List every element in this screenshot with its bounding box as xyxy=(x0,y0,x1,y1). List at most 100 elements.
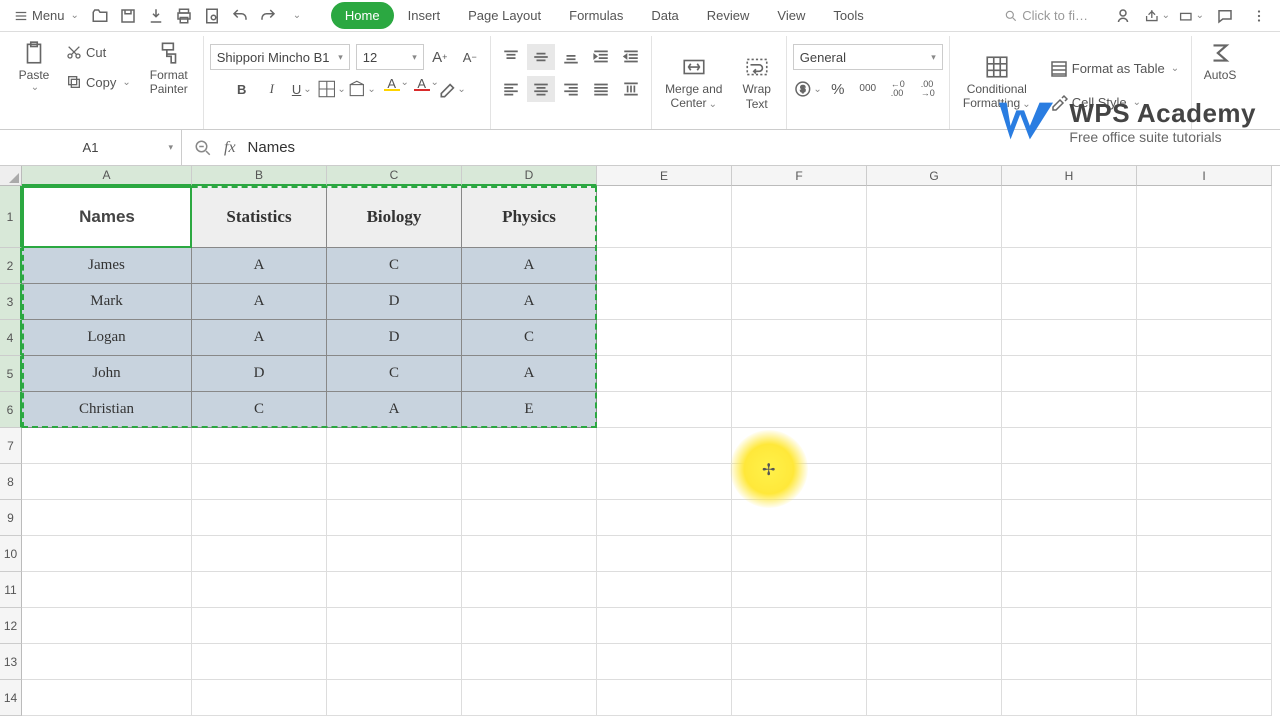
search-box[interactable]: Click to fi… xyxy=(996,4,1096,27)
cell-A4[interactable]: Logan xyxy=(22,320,192,356)
cell-E6[interactable] xyxy=(597,392,732,428)
cell-H5[interactable] xyxy=(1002,356,1137,392)
cell-A5[interactable]: John xyxy=(22,356,192,392)
font-name-select[interactable]: Shippori Mincho B1▾ xyxy=(210,44,350,70)
cell-B8[interactable] xyxy=(192,464,327,500)
cell-E5[interactable] xyxy=(597,356,732,392)
cell-H8[interactable] xyxy=(1002,464,1137,500)
cell-C7[interactable] xyxy=(327,428,462,464)
print-preview-icon[interactable] xyxy=(199,3,225,29)
cell-G13[interactable] xyxy=(867,644,1002,680)
cell-G2[interactable] xyxy=(867,248,1002,284)
cell-A8[interactable] xyxy=(22,464,192,500)
cell-D4[interactable]: C xyxy=(462,320,597,356)
underline-button[interactable]: U⌄ xyxy=(288,76,316,102)
cell-H11[interactable] xyxy=(1002,572,1137,608)
cell-B7[interactable] xyxy=(192,428,327,464)
redo-icon[interactable] xyxy=(255,3,281,29)
cell-I2[interactable] xyxy=(1137,248,1272,284)
cell-E7[interactable] xyxy=(597,428,732,464)
cell-G14[interactable] xyxy=(867,680,1002,716)
tab-review[interactable]: Review xyxy=(693,2,764,29)
cell-F6[interactable] xyxy=(732,392,867,428)
cell-B11[interactable] xyxy=(192,572,327,608)
decrease-decimal-icon[interactable]: ←0.00 xyxy=(884,76,912,102)
format-painter-button[interactable]: Format Painter xyxy=(141,36,197,101)
cell-F4[interactable] xyxy=(732,320,867,356)
cell-H13[interactable] xyxy=(1002,644,1137,680)
cell-D8[interactable] xyxy=(462,464,597,500)
cell-C4[interactable]: D xyxy=(327,320,462,356)
justify-icon[interactable] xyxy=(587,76,615,102)
italic-button[interactable]: I xyxy=(258,76,286,102)
cell-C13[interactable] xyxy=(327,644,462,680)
cell-F13[interactable] xyxy=(732,644,867,680)
cell-F10[interactable] xyxy=(732,536,867,572)
cell-F11[interactable] xyxy=(732,572,867,608)
format-as-table-button[interactable]: Format as Table⌄ xyxy=(1044,56,1185,82)
cell-C8[interactable] xyxy=(327,464,462,500)
cell-A2[interactable]: James xyxy=(22,248,192,284)
row-header-2[interactable]: 2 xyxy=(0,248,22,284)
column-header-F[interactable]: F xyxy=(732,166,867,186)
row-header-12[interactable]: 12 xyxy=(0,608,22,644)
cell-I10[interactable] xyxy=(1137,536,1272,572)
cell-D11[interactable] xyxy=(462,572,597,608)
collapse-icon[interactable]: ⌄ xyxy=(1178,3,1204,29)
increase-decimal-icon[interactable]: .00→0 xyxy=(914,76,942,102)
increase-font-icon[interactable]: A+ xyxy=(426,44,454,70)
tab-insert[interactable]: Insert xyxy=(394,2,455,29)
cell-A7[interactable] xyxy=(22,428,192,464)
cell-D7[interactable] xyxy=(462,428,597,464)
cell-E12[interactable] xyxy=(597,608,732,644)
quick-access-dropdown-icon[interactable]: ⌄ xyxy=(283,3,309,29)
cell-A3[interactable]: Mark xyxy=(22,284,192,320)
cell-C9[interactable] xyxy=(327,500,462,536)
cell-G4[interactable] xyxy=(867,320,1002,356)
cell-D12[interactable] xyxy=(462,608,597,644)
cell-A12[interactable] xyxy=(22,608,192,644)
row-header-14[interactable]: 14 xyxy=(0,680,22,716)
percent-icon[interactable]: % xyxy=(824,76,852,102)
cell-F8[interactable] xyxy=(732,464,867,500)
cell-B3[interactable]: A xyxy=(192,284,327,320)
cell-I6[interactable] xyxy=(1137,392,1272,428)
tab-page-layout[interactable]: Page Layout xyxy=(454,2,555,29)
row-header-3[interactable]: 3 xyxy=(0,284,22,320)
cell-C6[interactable]: A xyxy=(327,392,462,428)
cell-E10[interactable] xyxy=(597,536,732,572)
cell-F14[interactable] xyxy=(732,680,867,716)
cell-D14[interactable] xyxy=(462,680,597,716)
cell-D13[interactable] xyxy=(462,644,597,680)
cell-C12[interactable] xyxy=(327,608,462,644)
cell-H7[interactable] xyxy=(1002,428,1137,464)
decrease-indent-icon[interactable] xyxy=(587,44,615,70)
column-header-H[interactable]: H xyxy=(1002,166,1137,186)
cell-G3[interactable] xyxy=(867,284,1002,320)
column-header-G[interactable]: G xyxy=(867,166,1002,186)
cell-I1[interactable] xyxy=(1137,186,1272,248)
merge-center-button[interactable]: Merge and Center⌄ xyxy=(658,50,730,115)
orientation-icon[interactable] xyxy=(617,76,645,102)
cell-G5[interactable] xyxy=(867,356,1002,392)
cell-D9[interactable] xyxy=(462,500,597,536)
autosum-button[interactable]: AutoS xyxy=(1198,36,1242,86)
comment-icon[interactable] xyxy=(1212,3,1238,29)
name-box[interactable]: A1 ▾ xyxy=(0,130,182,165)
cell-G10[interactable] xyxy=(867,536,1002,572)
cell-I13[interactable] xyxy=(1137,644,1272,680)
menu-button[interactable]: Menu ⌄ xyxy=(8,4,85,27)
cell-G1[interactable] xyxy=(867,186,1002,248)
cell-E4[interactable] xyxy=(597,320,732,356)
align-middle-icon[interactable] xyxy=(527,44,555,70)
row-header-13[interactable]: 13 xyxy=(0,644,22,680)
tab-view[interactable]: View xyxy=(763,2,819,29)
sync-icon[interactable] xyxy=(1110,3,1136,29)
align-bottom-icon[interactable] xyxy=(557,44,585,70)
cell-I11[interactable] xyxy=(1137,572,1272,608)
clear-format-button[interactable]: ⌄ xyxy=(438,76,466,102)
cell-B4[interactable]: A xyxy=(192,320,327,356)
cell-C10[interactable] xyxy=(327,536,462,572)
cell-A1[interactable]: Names xyxy=(22,186,192,248)
tab-tools[interactable]: Tools xyxy=(819,2,877,29)
